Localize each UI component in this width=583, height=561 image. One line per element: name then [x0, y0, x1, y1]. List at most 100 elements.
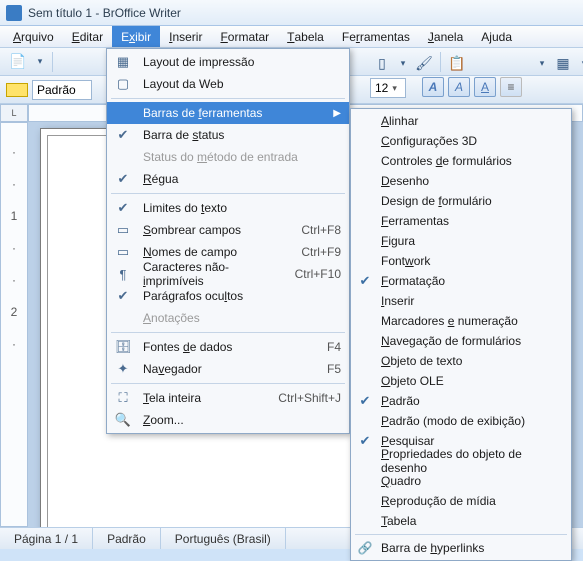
menu-item[interactable]: 🗄Fontes de dadosF4 [107, 336, 349, 358]
menu-shortcut: F5 [327, 362, 341, 376]
submenu-label: Reprodução de mídia [381, 494, 563, 508]
menu-item[interactable]: ▦Layout de impressão [107, 51, 349, 73]
menu-item[interactable]: Barras de ferramentas▶ [107, 102, 349, 124]
submenu-item[interactable]: Objeto OLE [351, 371, 571, 391]
menu-icon: ▦ [111, 54, 135, 70]
menu-label: Barra de status [143, 128, 341, 142]
menu-item[interactable]: ✔Parágrafos ocultos [107, 285, 349, 307]
submenu-item[interactable]: Controles de formulários [351, 151, 571, 171]
menu-icon: 🗄 [111, 339, 135, 355]
menu-inserir[interactable]: Inserir [160, 26, 211, 47]
menu-editar[interactable]: Editar [63, 26, 112, 47]
toolbar-arrow-b[interactable]: ▾ [537, 52, 547, 74]
submenu-label: Ferramentas [381, 214, 563, 228]
menu-label: Layout da Web [143, 77, 341, 91]
font-style-group: A A A ≡ [422, 77, 522, 97]
menu-shortcut: Ctrl+Shift+J [278, 391, 341, 405]
submenu-item[interactable]: Objeto de texto [351, 351, 571, 371]
menu-tabela[interactable]: Tabela [278, 26, 333, 47]
submenu-item[interactable]: Padrão (modo de exibição) [351, 411, 571, 431]
submenu-item[interactable]: Quadro [351, 471, 571, 491]
menu-icon: ✦ [111, 361, 135, 377]
submenu-item[interactable]: Ferramentas [351, 211, 571, 231]
exibir-menu: ▦Layout de impressão ▢ Layout da Web Barras… [106, 48, 350, 434]
menu-separator [111, 332, 345, 333]
toolbar-brush[interactable]: 🖌 [412, 52, 436, 74]
menu-ajuda[interactable]: Ajuda [472, 26, 521, 47]
menu-label: Limites do texto [143, 201, 341, 215]
menu-label: Fontes de dados [143, 340, 319, 354]
menu-shortcut: Ctrl+F10 [295, 267, 341, 281]
submenu-label: Padrão (modo de exibição) [381, 414, 563, 428]
check-icon: ✔ [111, 288, 135, 304]
menu-item[interactable]: ✦ Navegador F5 [107, 358, 349, 380]
menu-item[interactable]: ✔ Limites do texto [107, 197, 349, 219]
menu-label: Status do método de entrada [143, 150, 341, 164]
toolbar-arrow-a[interactable]: ▾ [398, 52, 408, 74]
check-icon: ✔ [355, 433, 375, 449]
ruler-mark: 1 [11, 209, 18, 223]
submenu-item[interactable]: Fontwork [351, 251, 571, 271]
menu-shortcut: Ctrl+F8 [301, 223, 341, 237]
style-indicator[interactable] [6, 83, 28, 97]
style-select[interactable]: Padrão [32, 80, 92, 100]
submenu-label: Alinhar [381, 114, 563, 128]
ruler-corner: L [0, 104, 28, 122]
menu-exibir[interactable]: Exibir [112, 26, 160, 47]
submenu-item[interactable]: ✔Padrão [351, 391, 571, 411]
align-button[interactable]: ≡ [500, 77, 522, 97]
window-title: Sem título 1 - BrOffice Writer [28, 6, 181, 20]
menu-arquivo[interactable]: Arquivo [4, 26, 63, 47]
submenu-item[interactable]: 🔗Barra de hyperlinks [351, 538, 571, 558]
menu-item[interactable]: ▢ Layout da Web [107, 73, 349, 95]
menu-formatar[interactable]: Formatar [211, 26, 278, 47]
menu-janela[interactable]: Janela [419, 26, 472, 47]
menu-label: Barras de ferramentas [143, 106, 325, 120]
toolbar-btn-a[interactable]: ▯ [370, 52, 394, 74]
menu-item[interactable]: 🔍Zoom... [107, 409, 349, 431]
menu-item: Anotações [107, 307, 349, 329]
new-doc-button[interactable]: 📄 [6, 51, 30, 73]
menu-item[interactable]: ¶Caracteres não-imprimíveisCtrl+F10 [107, 263, 349, 285]
fontsize-select[interactable]: 12 ▾ [370, 78, 406, 98]
submenu-item[interactable]: Configurações 3D [351, 131, 571, 151]
bold-button[interactable]: A [422, 77, 444, 97]
vertical-ruler[interactable]: ··1··2· [0, 122, 28, 527]
menu-separator [355, 534, 567, 535]
submenu-item[interactable]: Design de formulário [351, 191, 571, 211]
menu-icon: ▢ [111, 76, 135, 92]
submenu-label: Barra de hyperlinks [381, 541, 563, 555]
submenu-item[interactable]: Alinhar [351, 111, 571, 131]
toolbar-right-group: ▯ ▾ 🖌 📋 ▾ ▦ ▾ [370, 52, 583, 74]
menu-icon: 🔍 [111, 412, 135, 428]
toolbar-btn-b[interactable]: 📋 [445, 52, 469, 74]
submenu-item[interactable]: Navegação de formulários [351, 331, 571, 351]
new-arrow-button[interactable]: ▾ [34, 51, 46, 73]
submenu-label: Controles de formulários [381, 154, 563, 168]
menu-item[interactable]: ⛶Tela inteiraCtrl+Shift+J [107, 387, 349, 409]
submenu-item[interactable]: Reprodução de mídia [351, 491, 571, 511]
submenu-item[interactable]: Propriedades do objeto de desenho [351, 451, 571, 471]
submenu-item[interactable]: Inserir [351, 291, 571, 311]
menu-item[interactable]: ✔Régua [107, 168, 349, 190]
menu-item[interactable]: ▭Sombrear camposCtrl+F8 [107, 219, 349, 241]
submenu-item[interactable]: Figura [351, 231, 571, 251]
italic-button[interactable]: A [448, 77, 470, 97]
menu-item[interactable]: ✔Barra de status [107, 124, 349, 146]
submenu-label: Inserir [381, 294, 563, 308]
toolbar-btn-c[interactable]: ▦ [551, 52, 575, 74]
toolbar-divider [52, 52, 53, 72]
menu-separator [111, 383, 345, 384]
submenu-item[interactable]: ✔Formatação [351, 271, 571, 291]
submenu-item[interactable]: Tabela [351, 511, 571, 531]
status-lang: Português (Brasil) [161, 528, 286, 549]
underline-button[interactable]: A [474, 77, 496, 97]
menu-ferramentas[interactable]: Ferramentas [333, 26, 419, 47]
submenu-item[interactable]: Desenho [351, 171, 571, 191]
submenu-item[interactable]: Marcadores e numeração [351, 311, 571, 331]
check-icon: ✔ [111, 200, 135, 216]
submenu-label: Propriedades do objeto de desenho [381, 447, 563, 475]
menu-label: Navegador [143, 362, 319, 376]
menu-label: Nomes de campo [143, 245, 293, 259]
toolbar-arrow-c[interactable]: ▾ [579, 52, 583, 74]
